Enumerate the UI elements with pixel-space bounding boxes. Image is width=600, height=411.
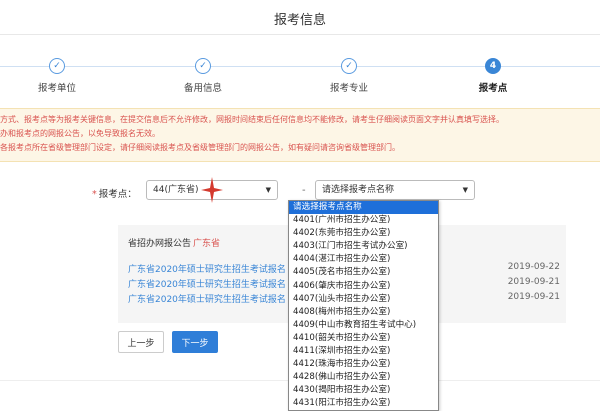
dropdown-option[interactable]: 请选择报考点名称 xyxy=(289,201,438,215)
notice-line: 办和报考点的网报公告，以免导致报名无效。 xyxy=(0,129,160,138)
exam-site-select[interactable]: 请选择报考点名称 ▼ xyxy=(315,180,475,200)
dropdown-option[interactable]: 4430(揭阳市招生办公室) xyxy=(289,384,438,397)
dropdown-option[interactable]: 4404(湛江市招生办公室) xyxy=(289,253,438,266)
dropdown-option[interactable]: 4411(深圳市招生办公室) xyxy=(289,345,438,358)
dropdown-option[interactable]: 4403(江门市招生考试办公室) xyxy=(289,240,438,253)
dropdown-option[interactable]: 4402(东莞市招生办公室) xyxy=(289,227,438,240)
title-divider xyxy=(0,34,600,35)
dropdown-option[interactable]: 4409(中山市教育招生考试中心) xyxy=(289,319,438,332)
page-title: 报考信息 xyxy=(273,13,326,28)
announcement-link[interactable]: 广东省2020年硕士研究生招生考试报名 xyxy=(128,277,298,290)
step-2: ✓ 备用信息 xyxy=(158,58,248,94)
step-3: ✓ 报考专业 xyxy=(304,58,394,94)
announcement-title: 省招办网报公告 广东省 xyxy=(128,236,220,249)
dropdown-option[interactable]: 4428(佛山市招生办公室) xyxy=(289,371,438,384)
check-icon: ✓ xyxy=(341,58,357,74)
step-number: 4 xyxy=(485,58,501,74)
dropdown-option[interactable]: 4407(汕头市招生办公室) xyxy=(289,293,438,306)
announcement-date: 2019-09-21 xyxy=(507,277,560,287)
dropdown-option[interactable]: 4410(韶关市招生办公室) xyxy=(289,332,438,345)
check-icon: ✓ xyxy=(49,58,65,74)
red-star-marker-icon xyxy=(201,177,223,203)
next-step-button[interactable]: 下一步 xyxy=(172,331,218,353)
province-value: 44(广东省) xyxy=(153,185,199,195)
announcement-date: 2019-09-22 xyxy=(507,262,560,272)
check-icon: ✓ xyxy=(195,58,211,74)
exam-site-value: 请选择报考点名称 xyxy=(322,185,395,195)
caret-down-icon: ▼ xyxy=(462,186,468,194)
announcement-date: 2019-09-21 xyxy=(507,292,560,302)
step-label: 备用信息 xyxy=(183,83,222,94)
step-4: 4 报考点 xyxy=(448,58,538,94)
step-label: 报考单位 xyxy=(37,83,76,94)
dropdown-option[interactable]: 4401(广州市招生办公室) xyxy=(289,214,438,227)
announcement-link[interactable]: 广东省2020年硕士研究生招生考试报名 xyxy=(128,292,298,305)
dropdown-option[interactable]: 4406(肇庆市招生办公室) xyxy=(289,280,438,293)
announcement-link[interactable]: 广东省2020年硕士研究生招生考试报名 xyxy=(128,262,298,275)
announcement-title-text: 省招办网报公告 xyxy=(128,239,192,249)
step-label: 报考专业 xyxy=(329,83,368,94)
step-1: ✓ 报考单位 xyxy=(12,58,102,94)
separator-dash: - xyxy=(302,185,306,196)
prev-step-button[interactable]: 上一步 xyxy=(118,331,164,353)
dropdown-option[interactable]: 4408(梅州市招生办公室) xyxy=(289,306,438,319)
notice-line: 方式、报考点等为报考关键信息，在提交信息后不允许修改，网报时间结束后任何信息均不… xyxy=(0,115,504,124)
label-text: 报考点： xyxy=(98,189,137,200)
exam-site-dropdown-list[interactable]: 请选择报考点名称 4401(广州市招生办公室) 4402(东莞市招生办公室) 4… xyxy=(288,200,439,411)
dropdown-option[interactable]: 4431(阳江市招生办公室) xyxy=(289,397,438,410)
announcement-province: 广东省 xyxy=(193,239,221,249)
notice-box: 方式、报考点等为报考关键信息，在提交信息后不允许修改，网报时间结束后任何信息均不… xyxy=(0,108,600,162)
required-mark: * xyxy=(92,189,97,200)
caret-down-icon: ▼ xyxy=(265,186,271,194)
dropdown-option[interactable]: 4412(珠海市招生办公室) xyxy=(289,358,438,371)
dropdown-option[interactable]: 4405(茂名市招生办公室) xyxy=(289,266,438,279)
site-field-label: * 报考点： xyxy=(92,186,137,200)
step-label: 报考点 xyxy=(478,83,508,94)
notice-line: 各报考点所在省级管理部门设定，请仔细阅读报考点及省级管理部门的网报公告，如有疑问… xyxy=(0,143,400,152)
